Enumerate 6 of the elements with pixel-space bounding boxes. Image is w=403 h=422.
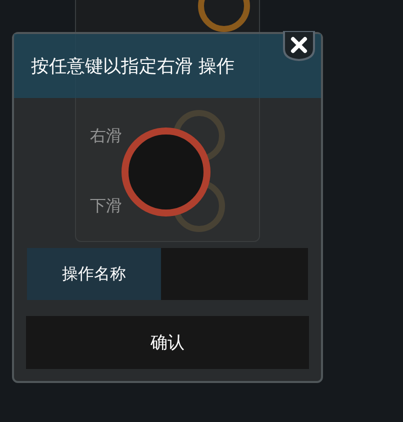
dialog-title: 按任意键以指定右滑 操作 [31, 55, 235, 78]
close-icon[interactable] [283, 31, 315, 61]
confirm-button[interactable]: 确认 [26, 316, 309, 369]
gesture-label: 下滑 [90, 196, 122, 216]
field-label: 操作名称 [27, 248, 161, 300]
gesture-label: 右滑 [90, 126, 122, 146]
